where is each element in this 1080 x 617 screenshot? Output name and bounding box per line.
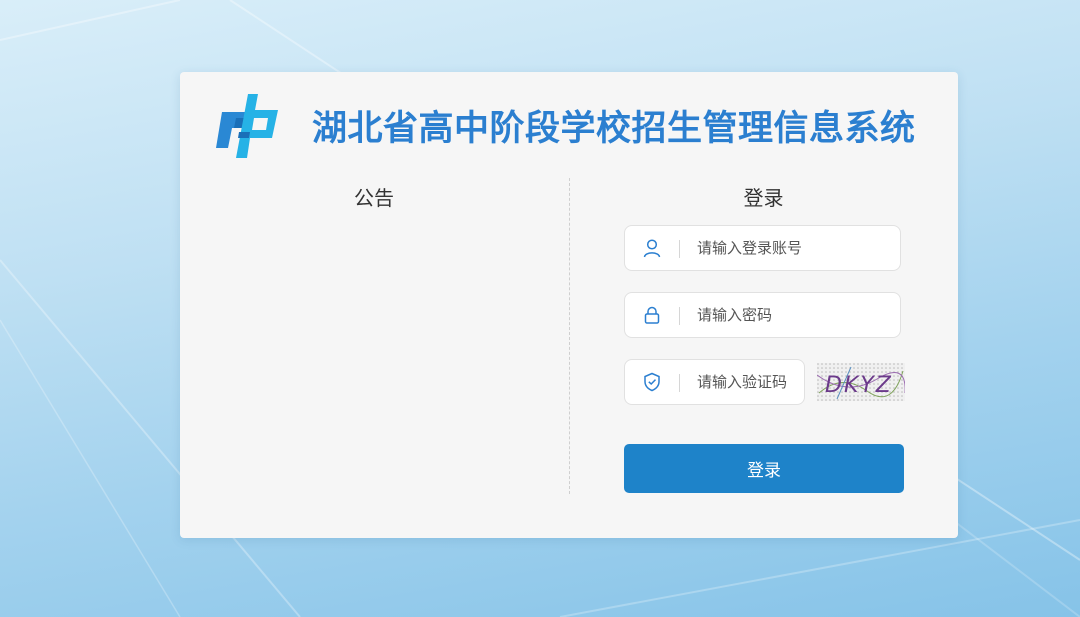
lock-icon [644,306,660,324]
login-title: 登录 [743,186,784,210]
field-separator [679,307,680,325]
username-field[interactable] [624,225,901,271]
username-input[interactable] [697,226,887,270]
page-title: 湖北省高中阶段学校招生管理信息系统 [312,109,916,149]
user-icon [643,239,661,258]
notice-title: 公告 [354,186,394,210]
password-input[interactable] [697,293,887,337]
captcha-text: DKYZ [825,373,893,398]
captcha-field[interactable] [624,359,805,405]
login-button[interactable]: 登录 [624,444,904,493]
captcha-input[interactable] [697,360,801,404]
field-separator [679,374,680,392]
password-field[interactable] [624,292,901,338]
column-divider [569,178,570,494]
shield-check-icon [644,372,660,392]
cp-logo-icon [216,94,278,158]
login-card: 湖北省高中阶段学校招生管理信息系统 公告 登录 请输入登录账号 请输入验证码 D… [180,72,958,538]
field-separator [679,240,680,258]
captcha-image[interactable]: DKYZ [817,363,905,401]
